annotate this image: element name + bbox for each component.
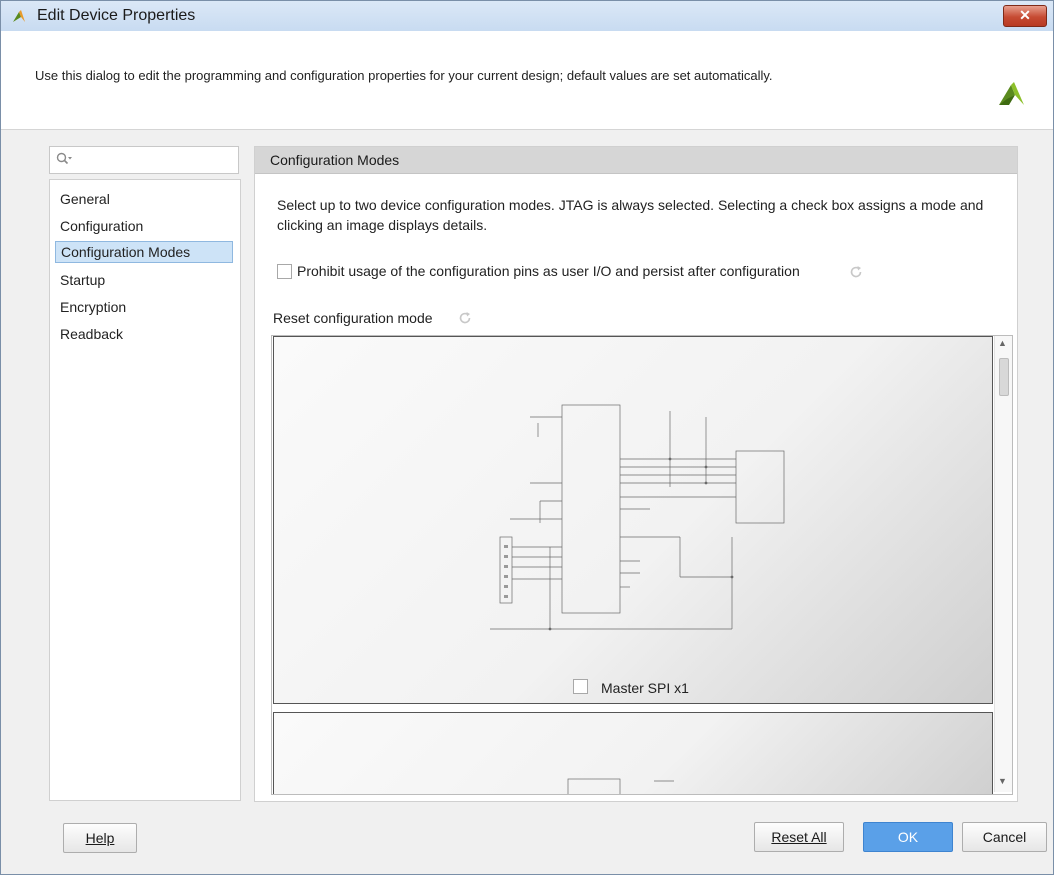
mode-card-master-spi-x1[interactable]: Master SPI x1 — [273, 336, 993, 704]
ok-button[interactable]: OK — [863, 822, 953, 852]
panel-description: Select up to two device configuration mo… — [277, 197, 984, 233]
dialog-header: Use this dialog to edit the programming … — [1, 31, 1053, 130]
schematic-image[interactable] — [564, 775, 684, 795]
sidebar-item-configuration[interactable]: Configuration — [55, 215, 233, 237]
sidebar-nav: General Configuration Configuration Mode… — [49, 179, 241, 801]
schematic-image[interactable] — [470, 397, 800, 637]
search-icon — [56, 152, 72, 165]
cancel-button[interactable]: Cancel — [962, 822, 1047, 852]
title-bar[interactable]: Edit Device Properties ✕ — [1, 1, 1053, 31]
search-input[interactable] — [49, 146, 239, 174]
sidebar-item-readback[interactable]: Readback — [55, 323, 233, 345]
vertical-scrollbar[interactable]: ▲ ▼ — [994, 336, 1012, 792]
configuration-modes-list[interactable]: Master SPI x1 ▲ ▼ — [271, 335, 1013, 795]
help-button[interactable]: Help — [63, 823, 137, 853]
refresh-icon[interactable] — [458, 311, 472, 325]
app-logo-icon — [13, 10, 25, 22]
sidebar-item-general[interactable]: General — [55, 188, 233, 210]
brand-logo-icon — [999, 82, 1024, 105]
mode-label: Master SPI x1 — [601, 680, 689, 696]
header-description: Use this dialog to edit the programming … — [35, 68, 773, 83]
sidebar-item-encryption[interactable]: Encryption — [55, 296, 233, 318]
scroll-down-icon[interactable]: ▼ — [998, 776, 1007, 786]
sidebar-item-configuration-modes[interactable]: Configuration Modes — [55, 241, 233, 263]
close-icon: ✕ — [1019, 7, 1031, 23]
configuration-panel: Configuration Modes Select up to two dev… — [254, 146, 1018, 802]
scroll-up-icon[interactable]: ▲ — [998, 338, 1007, 348]
scroll-thumb[interactable] — [999, 358, 1009, 396]
panel-title: Configuration Modes — [270, 152, 400, 168]
sidebar-item-startup[interactable]: Startup — [55, 269, 233, 291]
refresh-icon[interactable] — [849, 265, 863, 279]
reset-configuration-label: Reset configuration mode — [273, 310, 433, 326]
reset-all-button[interactable]: Reset All — [754, 822, 844, 852]
dialog-window: Edit Device Properties ✕ Use this dialog… — [0, 0, 1054, 875]
prohibit-checkbox[interactable] — [277, 264, 292, 279]
window-title: Edit Device Properties — [37, 7, 196, 24]
panel-header: Configuration Modes — [255, 147, 1017, 174]
close-button[interactable]: ✕ — [1003, 5, 1047, 27]
prohibit-label: Prohibit usage of the configuration pins… — [297, 263, 800, 279]
mode-card-next[interactable] — [273, 712, 993, 795]
master-spi-x1-checkbox[interactable] — [573, 679, 588, 694]
